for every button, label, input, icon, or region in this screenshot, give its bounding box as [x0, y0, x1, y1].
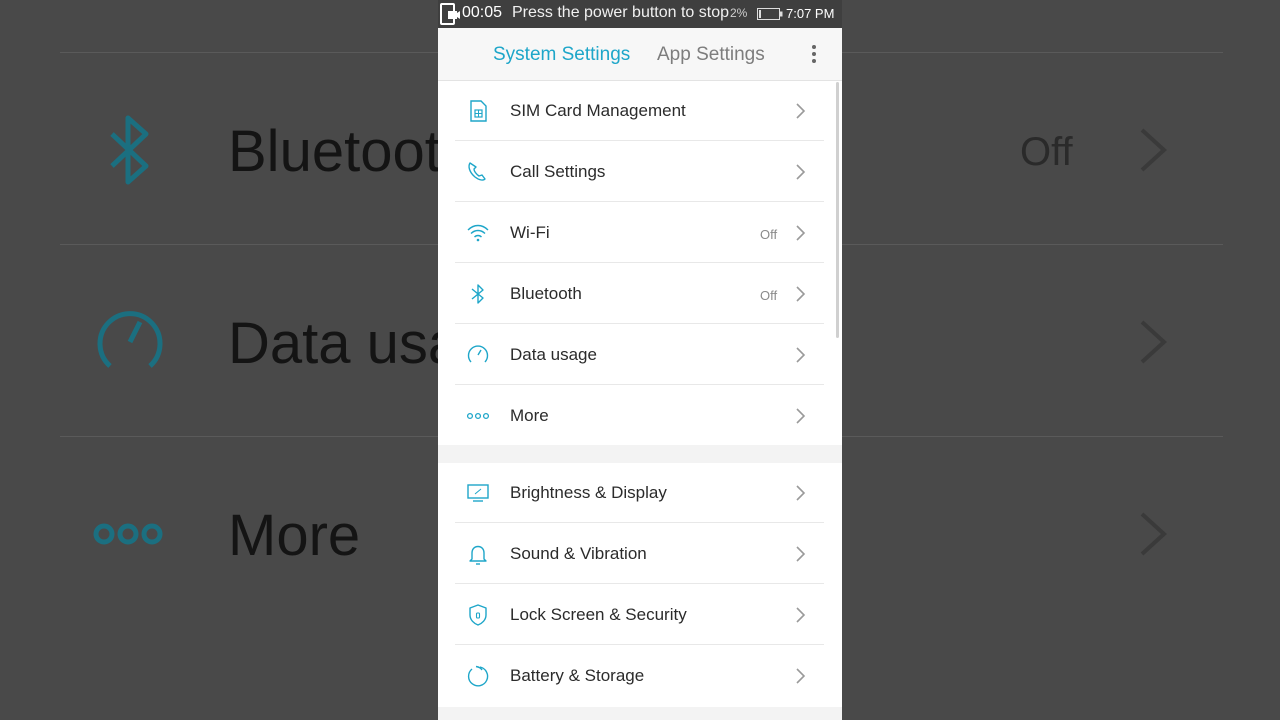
tab-app-settings[interactable]: App Settings: [657, 44, 765, 66]
chevron-right-icon: [796, 347, 806, 363]
status-bar: 00:05 Press the power button to stop 2% …: [438, 0, 842, 28]
settings-item-sim-card[interactable]: SIM Card Management: [438, 81, 842, 141]
chevron-right-icon: [796, 668, 806, 684]
chevron-right-icon: [796, 164, 806, 180]
group-spacer: [438, 707, 842, 720]
settings-item-sound-vibration[interactable]: Sound & Vibration: [438, 524, 842, 584]
chevron-right-icon: [796, 103, 806, 119]
settings-item-value: Off: [760, 227, 778, 242]
battery-storage-icon: [467, 665, 489, 687]
group-spacer: [438, 445, 842, 463]
battery-icon: [757, 8, 783, 20]
bg-label: More: [228, 503, 361, 568]
row-divider: [455, 384, 824, 385]
chevron-right-icon: [796, 286, 806, 302]
phone-screen: 00:05 Press the power button to stop 2% …: [438, 0, 842, 720]
settings-item-data-usage[interactable]: Data usage: [438, 325, 842, 385]
row-divider: [455, 140, 824, 141]
row-divider: [455, 644, 824, 645]
stop-recording-message: Press the power button to stop: [512, 4, 730, 21]
chevron-right-icon: [1140, 128, 1167, 172]
row-divider: [455, 522, 824, 523]
status-clock: 7:07 PM: [786, 6, 835, 21]
sim-card-icon: [470, 100, 487, 122]
bg-label: Data usa: [228, 311, 461, 376]
settings-item-label: Brightness & Display: [510, 483, 667, 502]
row-divider: [455, 323, 824, 324]
settings-item-bluetooth[interactable]: Bluetooth Off: [438, 264, 842, 324]
settings-item-label: Bluetooth: [510, 284, 582, 303]
settings-item-label: Battery & Storage: [510, 666, 645, 685]
settings-group-connectivity: SIM Card Management Call Settings Wi-Fi: [438, 81, 842, 445]
row-divider: [455, 201, 824, 202]
chevron-right-icon: [796, 408, 806, 424]
settings-item-brightness-display[interactable]: Brightness & Display: [438, 463, 842, 523]
chevron-right-icon: [796, 485, 806, 501]
settings-item-call-settings[interactable]: Call Settings: [438, 142, 842, 202]
dots-icon: [93, 523, 163, 545]
phone-icon: [468, 162, 486, 181]
bg-label: Bluetoot: [228, 119, 441, 184]
dots-icon: [466, 412, 490, 420]
battery-percent: 2%: [730, 6, 748, 20]
settings-item-label: Data usage: [510, 345, 597, 364]
row-divider: [455, 262, 824, 263]
bg-value: Off: [1020, 130, 1073, 174]
tab-system-settings[interactable]: System Settings: [493, 44, 630, 66]
settings-item-label: Lock Screen & Security: [510, 605, 687, 624]
settings-tabs: System Settings App Settings: [438, 28, 842, 81]
record-timer: 00:05: [462, 4, 503, 21]
screen-record-icon: [440, 3, 460, 25]
chevron-right-icon: [1140, 512, 1167, 556]
settings-item-label: Wi-Fi: [510, 223, 550, 242]
settings-item-more[interactable]: More: [438, 386, 842, 446]
chevron-right-icon: [796, 607, 806, 623]
bluetooth-icon: [110, 115, 149, 185]
scrollbar[interactable]: [836, 82, 839, 338]
bell-icon: [469, 545, 487, 565]
settings-item-label: Sound & Vibration: [510, 544, 647, 563]
settings-item-label: Call Settings: [510, 162, 606, 181]
monitor-icon: [467, 484, 489, 502]
settings-item-value: Off: [760, 288, 778, 303]
settings-item-lock-screen-security[interactable]: Lock Screen & Security: [438, 585, 842, 645]
bluetooth-icon: [471, 284, 484, 304]
shield-icon: [469, 604, 487, 626]
chevron-right-icon: [1140, 320, 1167, 364]
overflow-menu-icon[interactable]: [804, 42, 824, 66]
settings-item-wifi[interactable]: Wi-Fi Off: [438, 203, 842, 263]
chevron-right-icon: [796, 546, 806, 562]
settings-item-label: More: [510, 406, 549, 425]
wifi-icon: [467, 224, 489, 242]
settings-group-device: Brightness & Display Sound & Vibration L…: [438, 463, 842, 707]
settings-item-label: SIM Card Management: [510, 101, 686, 120]
settings-item-battery-storage[interactable]: Battery & Storage: [438, 646, 842, 706]
gauge-icon: [97, 311, 163, 368]
chevron-right-icon: [796, 225, 806, 241]
row-divider: [455, 583, 824, 584]
gauge-icon: [467, 345, 489, 363]
